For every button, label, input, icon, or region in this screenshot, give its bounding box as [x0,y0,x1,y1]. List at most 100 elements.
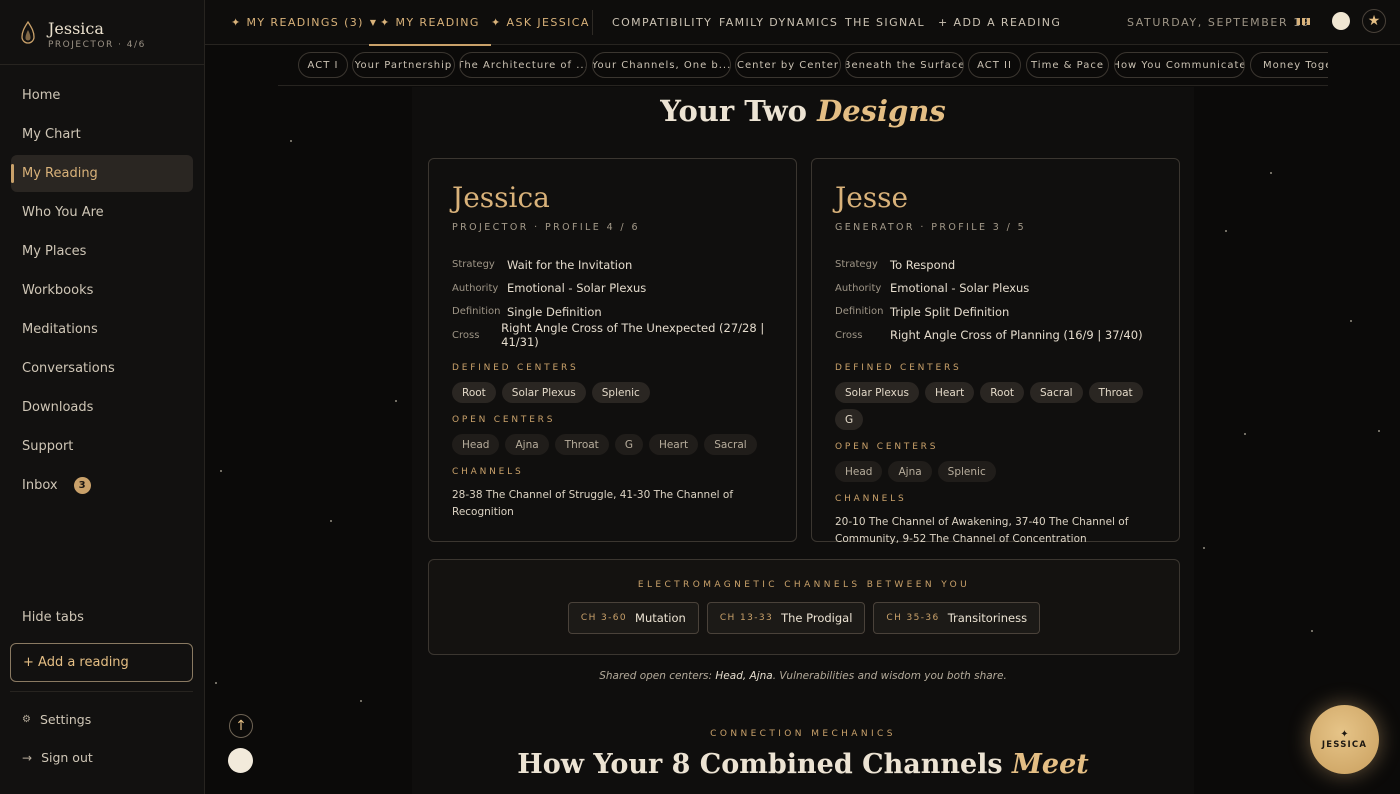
tab-compatibility[interactable]: COMPATIBILITY [612,0,712,45]
attribute-label: Strategy [452,259,495,271]
favorite-star-icon[interactable]: ★ [1362,9,1386,33]
add-reading-button[interactable]: + Add a reading [10,643,193,682]
ask-jessica-floating-button[interactable]: ✦ JESSICA [1310,705,1379,774]
combined-channels-title: How Your 8 Combined Channels Meet [412,749,1194,780]
person-name: Jessica [452,181,550,214]
center-pill: Sacral [704,434,757,455]
channel-name: Mutation [635,611,686,625]
channel-chip[interactable]: CH 3-60 Mutation [567,602,699,634]
center-pill: Heart [648,434,699,455]
attribute-value: Right Angle Cross of The Unexpected (27/… [501,321,765,350]
gear-icon: ⚙ [22,714,31,725]
brand[interactable]: Jessica PROJECTOR · 4/6 [0,0,204,65]
tab-architecture[interactable]: The Architecture of ... [459,52,587,78]
tab-my-reading[interactable]: ✦ MY READING [369,0,491,46]
sidebar-item-label: My Places [22,244,87,259]
current-date: SATURDAY, SEPTEMBER 19 [1127,16,1311,29]
sidebar-item-label: Workbooks [22,283,94,298]
tab-how-you-communicate[interactable]: How You Communicate [1114,52,1245,78]
sign-out-link[interactable]: → Sign out [22,750,93,765]
tab-act-ii[interactable]: ACT II [968,52,1021,78]
center-pill: Ajna [888,461,932,482]
light-mode-circle-icon[interactable] [228,748,253,773]
tab-act-i[interactable]: ACT I [298,52,348,78]
center-pill: Root [980,382,1024,403]
theme-toggle-moon-icon[interactable] [1332,12,1350,30]
center-pill: Throat [1088,382,1143,403]
settings-label: Settings [39,712,92,727]
attribute-label: Authority [835,282,882,294]
fab-label: JESSICA [1321,740,1368,750]
scroll-to-top-arrow-icon[interactable]: ↑ [229,714,253,738]
attribute-value: Single Definition [507,304,602,319]
sidebar-item-downloads[interactable]: Downloads [11,389,193,426]
hide-tabs-link[interactable]: Hide tabs [22,610,84,625]
sidebar-item-label: My Reading [22,166,98,181]
sidebar-item-label: Meditations [22,322,98,337]
add-reading-top-link[interactable]: + ADD A READING [938,0,1061,45]
attribute-value: Right Angle Cross of Planning (16/9 | 37… [890,328,1143,343]
attribute-label: Definition [835,306,884,318]
sidebar-item-support[interactable]: Support [11,428,193,465]
sidebar-divider [10,691,193,692]
sidebar-item-conversations[interactable]: Conversations [11,350,193,387]
sidebar-item-label: Downloads [22,400,94,415]
attribute-label: Cross [835,329,863,341]
attribute-label: Definition [452,306,501,318]
tab-money-together[interactable]: Money Together [1250,52,1328,78]
settings-link[interactable]: ⚙ Settings [22,712,91,727]
combined-title-emphasis: Meet [1012,749,1089,780]
electromagnetic-title: ELECTROMAGNETIC CHANNELS BETWEEN YOU [637,580,971,590]
sidebar-item-meditations[interactable]: Meditations [11,311,193,348]
open-centers-heading: OPEN CENTERS [835,442,939,452]
center-pill: Heart [924,382,975,403]
sparkle-icon: ✦ [1340,729,1349,740]
tab-your-channels[interactable]: Your Channels, One b... [592,52,731,78]
center-pill: Splenic [591,382,650,403]
channel-chip[interactable]: CH 13-33 The Prodigal [706,602,866,634]
designs-title-emphasis: Designs [817,94,946,128]
sidebar-item-who-you-are[interactable]: Who You Are [11,194,193,231]
tab-center-by-center[interactable]: Center by Center [735,52,841,78]
center-pill: Ajna [505,434,549,455]
channels-heading: CHANNELS [835,494,907,504]
sidebar-item-my-chart[interactable]: My Chart [11,116,193,153]
tab-family-dynamics[interactable]: FAMILY DYNAMICS [719,0,838,45]
center-pill: Head [452,434,500,455]
attribute-row: Definition Single Definition [452,300,773,324]
attribute-row: Strategy To Respond [835,253,1156,277]
tab-beneath-the-surface[interactable]: Beneath the Surface [845,52,964,78]
center-pill: Throat [554,434,609,455]
designs-title: Your Two Designs [412,94,1194,128]
channel-code: CH 35-36 [886,613,940,623]
tab-the-signal[interactable]: THE SIGNAL [845,0,925,45]
attribute-label: Authority [452,282,499,294]
tab-ask-jessica[interactable]: ✦ ASK JESSICA [491,0,590,45]
attribute-value: Emotional - Solar Plexus [507,281,647,296]
channels-text: 20-10 The Channel of Awakening, 37-40 Th… [835,516,1129,545]
center-pill: Solar Plexus [501,382,586,403]
sidebar-item-label: My Chart [22,127,81,142]
sidebar-item-home[interactable]: Home [11,77,193,114]
sidebar-item-inbox[interactable]: Inbox 3 [11,467,193,504]
center-pill: Sacral [1030,382,1083,403]
channel-name: Transitoriness [947,611,1028,625]
sidebar: Jessica PROJECTOR · 4/6 Home My Chart My… [0,0,205,794]
my-readings-dropdown[interactable]: ✦ MY READINGS (3) ▼ [231,0,377,45]
attribute-label: Strategy [835,259,878,271]
person-type-profile: GENERATOR · PROFILE 3 / 5 [835,222,1027,233]
attribute-row: Authority Emotional - Solar Plexus [835,277,1156,301]
center-pill: Solar Plexus [835,382,919,403]
sidebar-item-my-reading[interactable]: My Reading [11,155,193,192]
columns-icon[interactable] [1297,18,1310,25]
defined-centers-heading: DEFINED CENTERS [835,363,962,373]
center-pill: Root [452,382,496,403]
channel-chip[interactable]: CH 35-36 Transitoriness [873,602,1041,634]
sidebar-item-my-places[interactable]: My Places [11,233,193,270]
center-pill: Head [835,461,883,482]
sidebar-item-workbooks[interactable]: Workbooks [11,272,193,309]
tab-time-and-pace[interactable]: Time & Pace [1026,52,1109,78]
attribute-row: Definition Triple Split Definition [835,300,1156,324]
center-pill: G [614,434,643,455]
tab-your-partnership[interactable]: Your Partnership [352,52,455,78]
